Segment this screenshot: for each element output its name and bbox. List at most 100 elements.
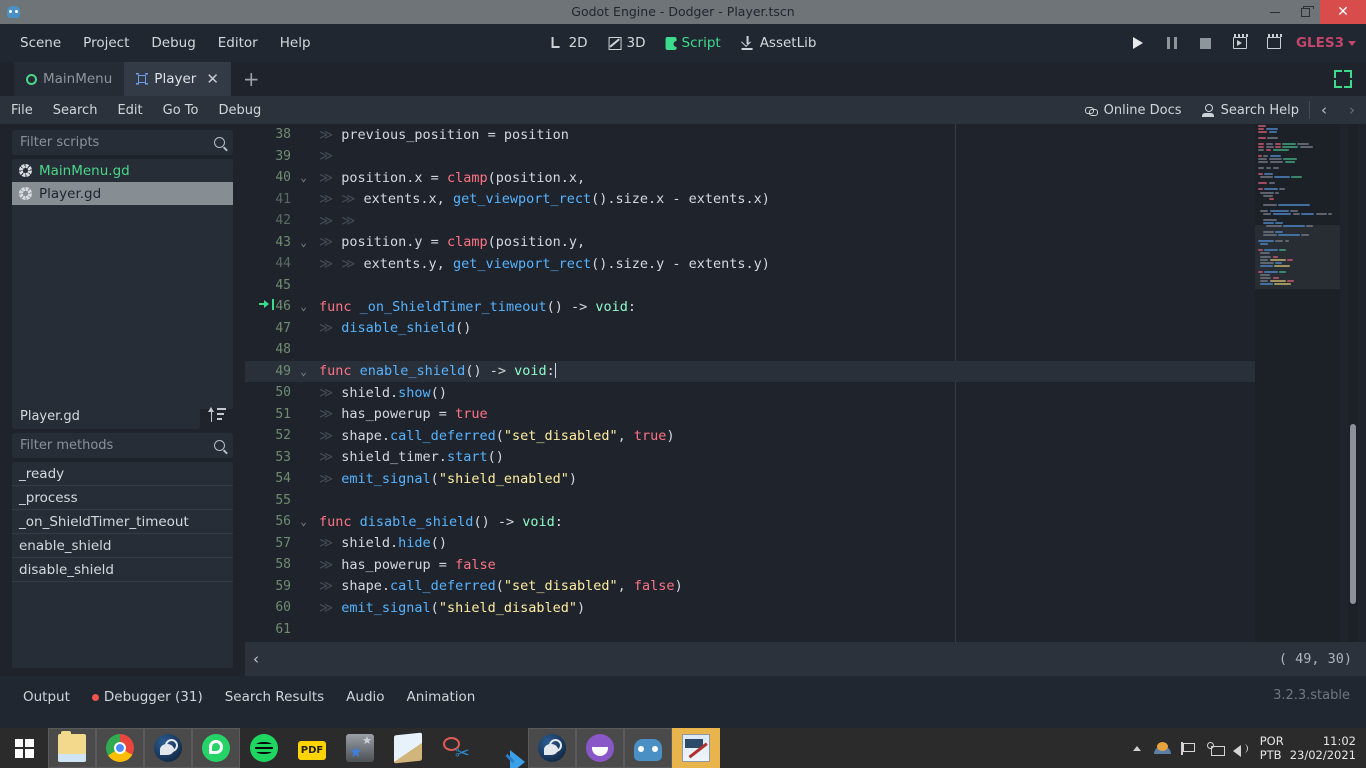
menu-help[interactable]: Help <box>270 31 321 55</box>
network-icon[interactable] <box>1202 728 1228 768</box>
method-item[interactable]: _ready <box>12 462 233 486</box>
method-item[interactable]: enable_shield <box>12 534 233 558</box>
code-line[interactable]: 44 ≫ ≫ extents.y, get_viewport_rect().siz… <box>245 253 1255 275</box>
nav-next-button[interactable]: › <box>1338 101 1366 119</box>
code-line[interactable]: 51 ≫ has_powerup = true <box>245 404 1255 426</box>
code-line[interactable]: 50 ≫ shield.show() <box>245 382 1255 404</box>
search-help-button[interactable]: Search Help <box>1192 103 1309 118</box>
taskbar-steam[interactable] <box>144 728 192 768</box>
menu-project[interactable]: Project <box>73 31 139 55</box>
script-file-list[interactable]: MainMenu.gd Player.gd <box>12 159 233 409</box>
windows-start-icon[interactable] <box>0 728 48 768</box>
mode-3d-button[interactable]: 3D <box>600 31 654 55</box>
stop-icon[interactable] <box>1194 31 1218 55</box>
menu-debug[interactable]: Debug <box>141 31 205 55</box>
add-script-button[interactable]: + <box>231 62 272 96</box>
script-file-item-mainmenu[interactable]: MainMenu.gd <box>12 159 233 182</box>
code-line[interactable]: 45 <box>245 275 1255 297</box>
bottom-tab-output[interactable]: Output <box>14 685 79 709</box>
fold-toggle-icon[interactable]: ⌄ <box>297 171 310 184</box>
fold-toggle-icon[interactable]: ⌄ <box>297 300 310 313</box>
clock[interactable]: 11:02 23/02/2021 <box>1290 734 1366 762</box>
caret-up-icon[interactable] <box>1124 728 1150 768</box>
code-minimap[interactable] <box>1255 124 1340 642</box>
taskbar-spotify[interactable] <box>240 728 288 768</box>
editor-scrollbar[interactable] <box>1348 124 1358 642</box>
taskbar-vscode[interactable] <box>480 728 528 768</box>
script-menu-file[interactable]: File <box>2 100 42 121</box>
scrollbar-thumb[interactable] <box>1350 424 1356 604</box>
taskbar-favorites[interactable] <box>336 728 384 768</box>
play-icon[interactable] <box>1126 31 1150 55</box>
taskbar-godot-engine[interactable] <box>624 728 672 768</box>
taskbar-google-chrome[interactable] <box>96 728 144 768</box>
current-script-field[interactable]: Player.gd <box>12 403 200 429</box>
bottom-tab-animation[interactable]: Animation <box>398 685 485 709</box>
code-line[interactable]: 55 <box>245 490 1255 512</box>
fold-toggle-icon[interactable]: ⌄ <box>297 236 310 249</box>
fold-toggle-icon[interactable]: ⌄ <box>297 365 310 378</box>
code-line[interactable]: 58 ≫ has_powerup = false <box>245 554 1255 576</box>
onedrive-icon[interactable] <box>1150 728 1176 768</box>
method-item[interactable]: _process <box>12 486 233 510</box>
code-line[interactable]: 42 ≫ ≫ <box>245 210 1255 232</box>
volume-icon[interactable] <box>1228 728 1254 768</box>
code-editor[interactable]: 38 ≫ previous_position = position 39 ≫ 40 ⌄ ≫… <box>245 124 1366 642</box>
script-menu-edit[interactable]: Edit <box>108 100 151 121</box>
sort-icon[interactable] <box>206 404 228 426</box>
script-menu-debug[interactable]: Debug <box>209 100 270 121</box>
pause-icon[interactable] <box>1160 31 1184 55</box>
method-list[interactable]: _ready _process _on_ShieldTimer_timeout … <box>12 462 233 668</box>
taskbar-pdf-reader[interactable]: PDF <box>288 728 336 768</box>
code-line[interactable]: 53 ≫ shield_timer.start() <box>245 447 1255 469</box>
taskbar-paint[interactable] <box>672 728 720 768</box>
bottom-tab-debugger[interactable]: Debugger (31) <box>83 685 212 709</box>
code-line[interactable]: 43 ⌄ ≫ position.y = clamp(position.y, <box>245 232 1255 254</box>
mode-script-button[interactable]: Script <box>658 31 729 55</box>
method-item[interactable]: _on_ShieldTimer_timeout <box>12 510 233 534</box>
filter-scripts-input[interactable]: Filter scripts <box>12 130 233 155</box>
code-line[interactable]: 41 ≫ ≫ extents.x, get_viewport_rect().siz… <box>245 189 1255 211</box>
code-text-area[interactable]: 38 ≫ previous_position = position 39 ≫ 40 ⌄ ≫… <box>245 124 1255 642</box>
filter-methods-input[interactable]: Filter methods <box>12 433 233 458</box>
code-line[interactable]: 59 ≫ shape.call_deferred("set_disabled", … <box>245 576 1255 598</box>
play-scene-icon[interactable] <box>1228 31 1252 55</box>
bottom-tab-search-results[interactable]: Search Results <box>216 685 333 709</box>
taskbar-notepad[interactable] <box>384 728 432 768</box>
code-line[interactable]: 40 ⌄ ≫ position.x = clamp(position.x, <box>245 167 1255 189</box>
minimize-icon[interactable] <box>1260 0 1290 24</box>
script-menu-goto[interactable]: Go To <box>154 100 208 121</box>
code-line[interactable]: 47 ≫ disable_shield() <box>245 318 1255 340</box>
code-line[interactable]: 57 ≫ shield.hide() <box>245 533 1255 555</box>
online-docs-button[interactable]: Online Docs <box>1075 103 1192 118</box>
code-line[interactable]: 48 <box>245 339 1255 361</box>
code-line[interactable]: 38 ≫ previous_position = position <box>245 124 1255 146</box>
taskbar-snipping-tool[interactable] <box>432 728 480 768</box>
close-icon[interactable]: ✕ <box>1320 0 1366 24</box>
fold-toggle-icon[interactable]: ⌄ <box>297 515 310 528</box>
code-line[interactable]: 60 ≫ emit_signal("shield_disabled") <box>245 597 1255 619</box>
taskbar-steam-window[interactable] <box>528 728 576 768</box>
code-line[interactable]: 46 ⌄ func _on_ShieldTimer_timeout() -> voi… <box>245 296 1255 318</box>
script-file-item-player[interactable]: Player.gd <box>12 182 233 205</box>
expand-icon[interactable] <box>1334 70 1352 88</box>
script-tab-mainmenu[interactable]: MainMenu <box>14 62 125 96</box>
code-line[interactable]: 52 ≫ shape.call_deferred("set_disabled", … <box>245 425 1255 447</box>
security-flag-icon[interactable] <box>1176 728 1202 768</box>
collapse-panel-button[interactable]: ‹ <box>245 650 259 668</box>
code-line[interactable]: 56 ⌄ func disable_shield() -> void: <box>245 511 1255 533</box>
script-menu-search[interactable]: Search <box>44 100 107 121</box>
code-line[interactable]: 39 ≫ <box>245 146 1255 168</box>
play-custom-scene-icon[interactable] <box>1262 31 1286 55</box>
code-line[interactable]: 54 ≫ emit_signal("shield_enabled") <box>245 468 1255 490</box>
maximize-icon[interactable] <box>1290 0 1320 24</box>
renderer-selector[interactable]: GLES3 <box>1296 35 1356 51</box>
nav-prev-button[interactable]: ‹ <box>1310 101 1338 119</box>
menu-scene[interactable]: Scene <box>10 31 71 55</box>
menu-editor[interactable]: Editor <box>208 31 268 55</box>
bottom-tab-audio[interactable]: Audio <box>337 685 393 709</box>
mode-assetlib-button[interactable]: AssetLib <box>733 31 825 55</box>
input-language[interactable]: POR PTB <box>1254 734 1290 762</box>
script-tab-player[interactable]: Player ✕ <box>124 62 231 96</box>
mode-2d-button[interactable]: 2D <box>542 31 596 55</box>
